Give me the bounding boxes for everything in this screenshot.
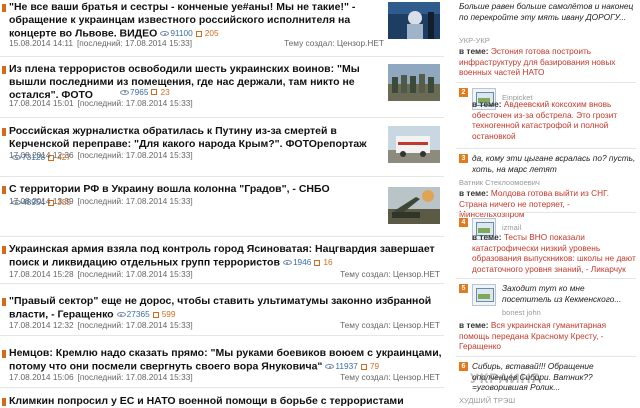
group-photo [388,64,440,101]
concert-photo [388,2,440,39]
site-watermark: УКРАИНА [470,370,543,386]
rank-badge: 3 [459,154,468,163]
news-item: Украинская армия взяла под контроль горо… [0,242,444,284]
comments-icon [195,30,202,37]
news-thumbnail[interactable] [388,187,440,224]
news-item: Из плена террористов освободили шесть ук… [0,62,444,118]
creator-text: Тему создал: Цензор.НЕТ [340,320,440,330]
comment-author[interactable]: УКР-УКР [459,36,490,45]
news-item: Российская журналистка обратилась к Пути… [0,124,444,177]
news-marker [2,398,6,406]
news-marker [2,246,6,254]
comments-icon [314,259,321,266]
news-title-link[interactable]: "Правый сектор" еще не дорос, чтобы став… [9,295,439,321]
divider [456,356,636,357]
news-title-link[interactable]: Климкин попросил у ЕС и НАТО военной пом… [9,395,439,408]
divider [0,117,444,118]
creator-text: Тему создал: Цензор.НЕТ [340,269,440,279]
news-thumbnail[interactable] [388,2,440,39]
views-icon [160,31,170,36]
comment-text[interactable]: да, кому эти цыгане всралась по? пусть, … [472,153,638,174]
news-item: Климкин попросил у ЕС и НАТО военной пом… [0,394,444,408]
news-item: С территории РФ в Украину вошла колонна … [0,182,444,237]
theme-label: в теме: [459,46,489,56]
rank-badge: 2 [459,88,468,97]
views-icon [116,312,126,317]
divider [456,278,636,279]
divider [0,236,444,237]
theme-label: в теме: [459,320,489,330]
divider [0,387,444,388]
news-marker [2,186,6,194]
news-thumbnail[interactable] [388,64,440,101]
news-title-link[interactable]: Немцов: Кремлю надо сказать прямо: "Мы р… [9,347,443,373]
news-marker [2,298,6,306]
news-marker [2,128,6,136]
divider [456,82,636,83]
news-meta: 17.08.2014 15:06 [последний: 17.08.2014 … [9,372,193,382]
theme-label: в теме: [472,232,502,242]
creator-text: Тему создал: Цензор.НЕТ [284,38,384,48]
views-icon [120,89,129,95]
news-item: Немцов: Кремлю надо сказать прямо: "Мы р… [0,346,444,388]
divider [0,56,444,57]
news-feed: "Не все ваши братья и сестры - конченые … [0,0,444,408]
comments-icon [152,311,159,318]
ambulance-photo [388,126,440,163]
comment-author[interactable]: bonest john [502,308,541,317]
news-marker [2,4,6,12]
comments-sidebar: Больше равен больше самолётов и наконец … [452,0,640,408]
divider [0,283,444,284]
news-title-link[interactable]: "Не все ваши братья и сестры - конченые … [9,1,379,40]
comment-theme: в теме: Авдеевский коксохим вновь обесто… [472,99,638,141]
divider [0,176,444,177]
news-item: "Не все ваши братья и сестры - конченые … [0,0,444,57]
news-thumbnail[interactable] [388,126,440,163]
comment-author[interactable]: izmail [502,223,521,232]
counters: 7965 23 [120,87,170,97]
comment-theme: в теме: Тесты ВНО показали катастрофичес… [472,232,638,274]
theme-label: в теме: [459,188,489,198]
comments-icon [151,89,158,95]
news-meta: 15.08.2014 14:11 [последний: 17.08.2014 … [9,38,193,48]
news-title-link[interactable]: Из плена террористов освободили шесть ук… [9,63,379,102]
news-meta: 17.08.2014 12:32 [последний: 17.08.2014 … [9,320,193,330]
rank-badge: 5 [459,284,468,293]
comment-author[interactable]: ХУДШИЙ ТРЭШ [459,396,515,405]
news-meta: 17.08.2014 12:36 [последний: 17.08.2014 … [9,150,193,160]
news-meta: 17.08.2014 13:39 [последний: 17.08.2014 … [9,196,193,206]
views-icon [282,260,292,265]
views-icon [325,364,335,369]
news-meta: 17.08.2014 15:01 [последний: 17.08.2014 … [9,98,193,108]
rank-badge: 6 [459,362,468,371]
news-title-link[interactable]: Украинская армия взяла под контроль горо… [9,243,439,269]
comment-author[interactable]: Ватник Стеклоомоевич [459,178,540,187]
divider [0,335,444,336]
comment-text[interactable]: Заходит тут ко мне посетитель из Кекменс… [502,283,636,304]
news-marker [2,66,6,74]
divider [456,148,636,149]
grad-rockets-photo [388,187,440,224]
rank-badge: 4 [459,218,468,227]
avatar-icon[interactable] [472,284,496,306]
news-marker [2,350,6,358]
comment-text[interactable]: Больше равен больше самолётов и наконец … [459,1,635,22]
news-item: "Правый сектор" еще не дорос, чтобы став… [0,294,444,336]
creator-text: Тему создал: Цензор.НЕТ [340,372,440,382]
divider [456,212,636,213]
news-meta: 17.08.2014 15:28 [последний: 17.08.2014 … [9,269,193,279]
comment-theme: в теме: Вся украинская гуманитарная помо… [459,320,635,352]
comment-theme: в теме: Эстония готова построить инфраст… [459,46,635,78]
comments-icon [360,363,367,370]
comment-theme: в теме: Молдова готова выйти из СНГ. Стр… [459,188,635,220]
theme-label: в теме: [472,99,502,109]
counters: 1946 16 [282,256,333,269]
